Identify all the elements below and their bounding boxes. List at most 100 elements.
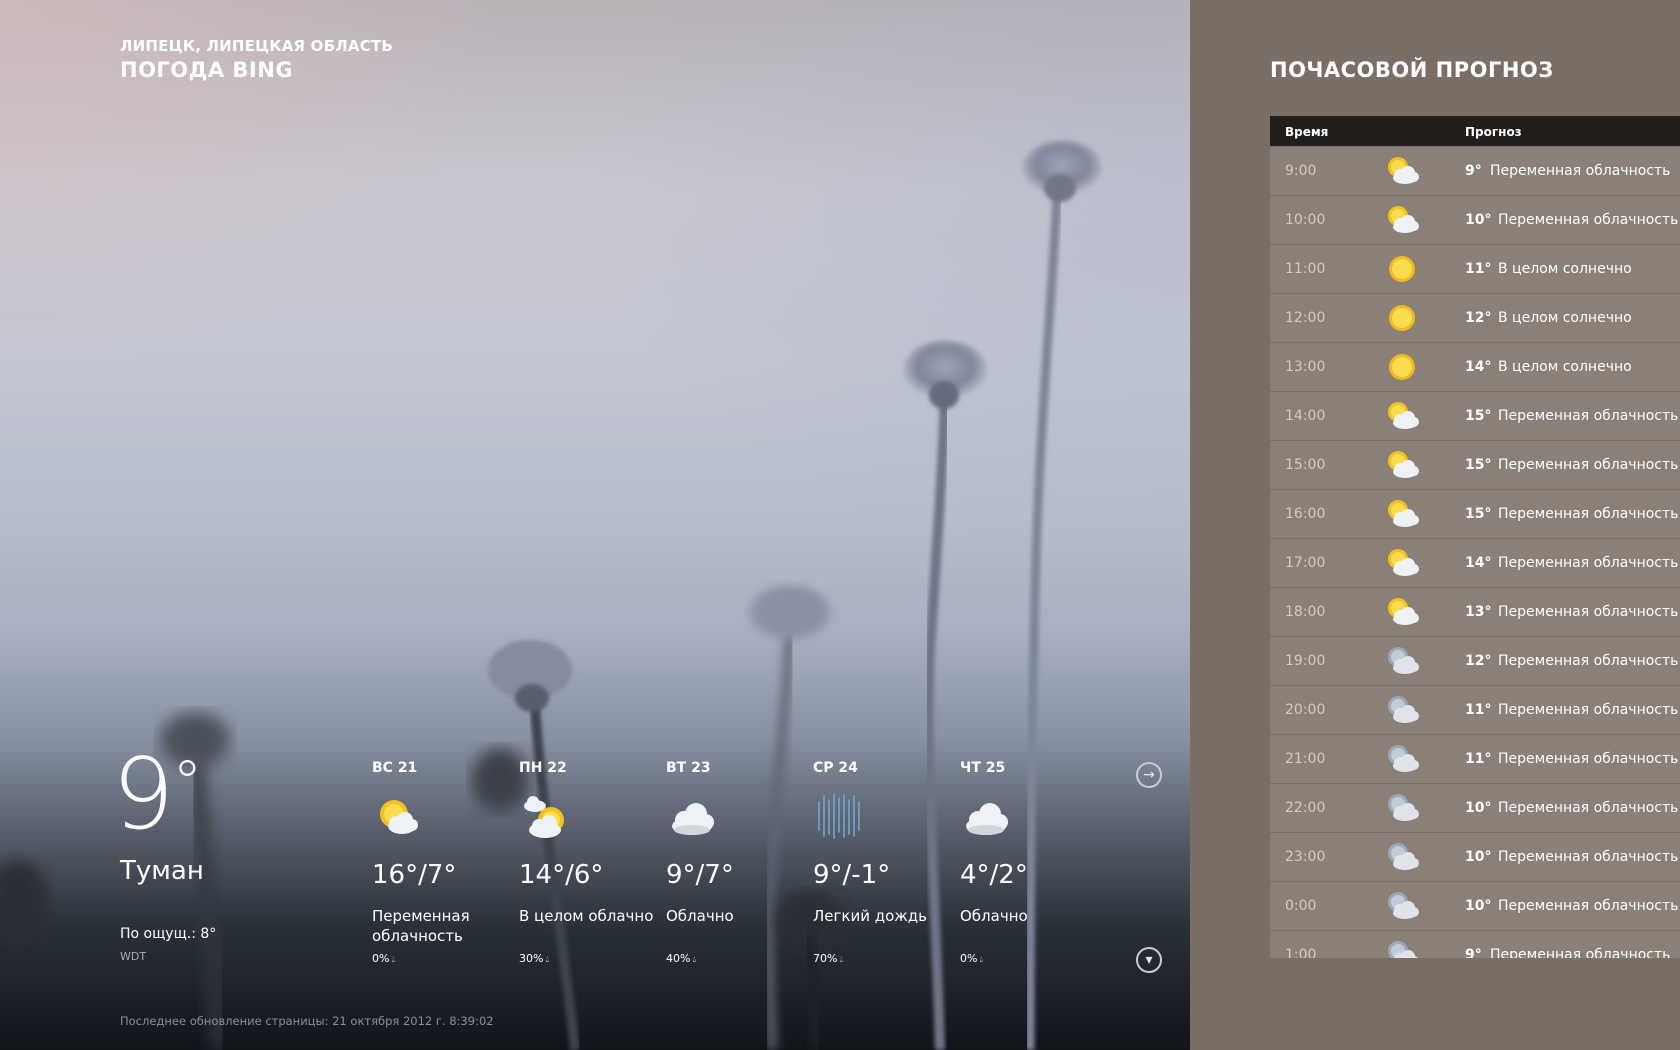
hourly-rows: 9:00 9° Переменная облачность 10:00 10° Перем…	[1270, 147, 1680, 958]
hour-temperature: 12°	[1465, 310, 1492, 326]
partly-cloudy-icon	[1388, 500, 1419, 527]
hourly-row[interactable]: 18:00 13° Переменная облачность	[1270, 588, 1680, 636]
hourly-row[interactable]: 12:00 12° В целом солнечно	[1270, 294, 1680, 342]
hourly-row[interactable]: 15:00 15° Переменная облачность	[1270, 441, 1680, 489]
precipitation-chance: 40% 💧︎	[666, 952, 696, 965]
sunny-icon	[1389, 256, 1415, 282]
partly-cloudy-night-icon	[1388, 647, 1419, 674]
daily-forecast-item[interactable]: ВТ 23 9°/7° Облачно 40% 💧︎	[666, 760, 806, 965]
hour-time: 0:00	[1285, 898, 1317, 914]
background-photo-panel: ЛИПЕЦК, ЛИПЕЦКАЯ ОБЛАСТЬ ПОГОДА BING 9° …	[0, 0, 1190, 1050]
daily-forecast-item[interactable]: ВС 21 16°/7° Переменная облачность 0% 💧︎	[372, 760, 512, 965]
last-update-label: Последнее обновление страницы: 21 октябр…	[120, 1014, 494, 1028]
hourly-row[interactable]: 16:00 15° Переменная облачность	[1270, 490, 1680, 538]
location-label: ЛИПЕЦК, ЛИПЕЦКАЯ ОБЛАСТЬ	[120, 37, 394, 55]
hourly-row[interactable]: 1:00 9° Переменная облачность	[1270, 931, 1680, 958]
raindrop-icon: 💧︎	[545, 955, 550, 965]
day-name: ПН 22	[519, 760, 567, 776]
precipitation-value: 70%	[813, 952, 838, 965]
hour-time: 17:00	[1285, 555, 1326, 571]
hour-temperature: 14°	[1465, 359, 1492, 375]
day-condition: Переменная облачность	[372, 907, 470, 945]
precipitation-value: 0%	[960, 952, 978, 965]
hour-temperature: 15°	[1465, 408, 1492, 424]
hour-temperature: 15°	[1465, 506, 1492, 522]
hourly-row[interactable]: 20:00 11° Переменная облачность	[1270, 686, 1680, 734]
scroll-down-arrow-button[interactable]: ▾	[1136, 947, 1162, 973]
hourly-row[interactable]: 11:00 11° В целом солнечно	[1270, 245, 1680, 293]
hour-condition: Переменная облачность	[1498, 800, 1679, 816]
day-name: СР 24	[813, 760, 858, 776]
partly-cloudy-icon	[1388, 451, 1419, 478]
hourly-row[interactable]: 10:00 10° Переменная облачность	[1270, 196, 1680, 244]
current-condition: Туман	[120, 856, 204, 886]
app-title: ПОГОДА BING	[120, 58, 294, 82]
current-temperature-value: 9	[112, 738, 174, 852]
hour-condition: Переменная облачность	[1498, 555, 1679, 571]
hourly-row[interactable]: 17:00 14° Переменная облачность	[1270, 539, 1680, 587]
daily-forecast-item[interactable]: ПН 22 14°/6° В целом облачно 30% 💧︎	[519, 760, 659, 965]
hour-time: 23:00	[1285, 849, 1326, 865]
hour-temperature: 11°	[1465, 702, 1492, 718]
hour-condition: Переменная облачность	[1498, 408, 1679, 424]
partly-cloudy-night-icon	[1388, 941, 1418, 958]
precipitation-value: 0%	[372, 952, 390, 965]
precipitation-chance: 0% 💧︎	[372, 952, 395, 965]
partly-cloudy-night-icon	[1388, 745, 1419, 772]
next-days-arrow-button[interactable]: →	[1136, 762, 1162, 788]
hour-condition: Переменная облачность	[1498, 653, 1679, 669]
hourly-row[interactable]: 0:00 10° Переменная облачность	[1270, 882, 1680, 930]
flower-background-image	[0, 140, 1102, 1050]
hour-time: 16:00	[1285, 506, 1326, 522]
precipitation-value: 40%	[666, 952, 691, 965]
hourly-row[interactable]: 9:00 9° Переменная облачность	[1270, 147, 1680, 195]
day-temperatures: 16°/7°	[372, 860, 457, 890]
raindrop-icon: 💧︎	[979, 955, 984, 965]
sunny-icon	[1389, 354, 1415, 380]
degree-sign: °	[172, 748, 202, 818]
day-name: ВС 21	[372, 760, 418, 776]
hourly-row[interactable]: 23:00 10° Переменная облачность	[1270, 833, 1680, 881]
hour-condition: Переменная облачность	[1498, 898, 1679, 914]
partly-cloudy-night-icon	[1388, 794, 1419, 821]
hour-condition: Переменная облачность	[1498, 506, 1679, 522]
raindrop-icon: 💧︎	[692, 955, 697, 965]
partly-cloudy-night-icon	[1388, 843, 1419, 870]
daily-forecast-item[interactable]: СР 24 9°/-1° Легкий дождь 70% 💧︎	[813, 760, 953, 965]
hour-time: 9:00	[1285, 163, 1317, 179]
daily-forecast-item[interactable]: ЧТ 25 4°/2° Облачно 0% 💧︎	[960, 760, 1100, 965]
hour-condition: В целом солнечно	[1498, 310, 1632, 326]
column-header-forecast: Прогноз	[1465, 125, 1522, 139]
hourly-row[interactable]: 22:00 10° Переменная облачность	[1270, 784, 1680, 832]
precipitation-chance: 0% 💧︎	[960, 952, 983, 965]
hour-time: 13:00	[1285, 359, 1326, 375]
day-condition: Облачно	[960, 907, 1028, 925]
hour-condition: Переменная облачность	[1498, 212, 1679, 228]
day-name: ВТ 23	[666, 760, 711, 776]
hour-temperature: 11°	[1465, 751, 1492, 767]
day-condition: В целом облачно	[519, 907, 654, 925]
hour-time: 14:00	[1285, 408, 1326, 424]
hour-time: 12:00	[1285, 310, 1326, 326]
hour-condition: Переменная облачность	[1498, 604, 1679, 620]
hourly-forecast-table[interactable]: Время Прогноз 9:00 9° Переменная облачност…	[1270, 116, 1680, 958]
hour-temperature: 9°	[1465, 947, 1482, 958]
day-temperatures: 9°/-1°	[813, 860, 891, 890]
partly-cloudy-icon	[1388, 206, 1419, 233]
day-temperatures: 14°/6°	[519, 860, 604, 890]
light-rain-icon	[818, 793, 860, 839]
partly-cloudy-icon	[1388, 402, 1419, 429]
day-temperatures: 4°/2°	[960, 860, 1028, 890]
day-condition: Облачно	[666, 907, 734, 925]
hourly-row[interactable]: 13:00 14° В целом солнечно	[1270, 343, 1680, 391]
hour-temperature: 12°	[1465, 653, 1492, 669]
raindrop-icon: 💧︎	[839, 955, 844, 965]
hourly-row[interactable]: 21:00 11° Переменная облачность	[1270, 735, 1680, 783]
hourly-forecast-panel: ПОЧАСОВОЙ ПРОГНОЗ Время Прогноз 9:00 9° Пе…	[1190, 0, 1680, 1050]
hour-temperature: 15°	[1465, 457, 1492, 473]
hourly-row[interactable]: 14:00 15° Переменная облачность	[1270, 392, 1680, 440]
feels-like: По ощущ.: 8°	[120, 926, 217, 942]
hourly-row[interactable]: 19:00 12° Переменная облачность	[1270, 637, 1680, 685]
hour-time: 19:00	[1285, 653, 1326, 669]
partly-cloudy-night-icon	[1388, 696, 1419, 723]
